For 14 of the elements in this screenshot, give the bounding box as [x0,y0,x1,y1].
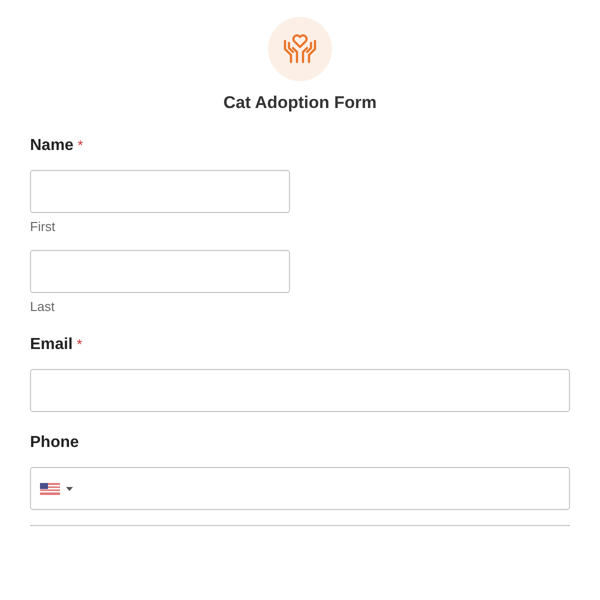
field-label: Name [30,137,74,155]
field-label: Email [30,336,73,354]
sublabel: First [30,219,56,234]
required-mark: * [78,137,84,155]
form-title: Cat Adoption Form [223,93,377,113]
sublabel: Last [30,299,56,314]
input-field[interactable] [30,369,570,412]
caret-icon [66,486,73,490]
input-field[interactable] [30,250,290,293]
required-mark: * [76,336,82,354]
phone-field[interactable] [30,467,570,510]
flag-icon [40,482,60,494]
field-label: Phone [30,434,79,452]
input-field[interactable] [30,170,290,213]
